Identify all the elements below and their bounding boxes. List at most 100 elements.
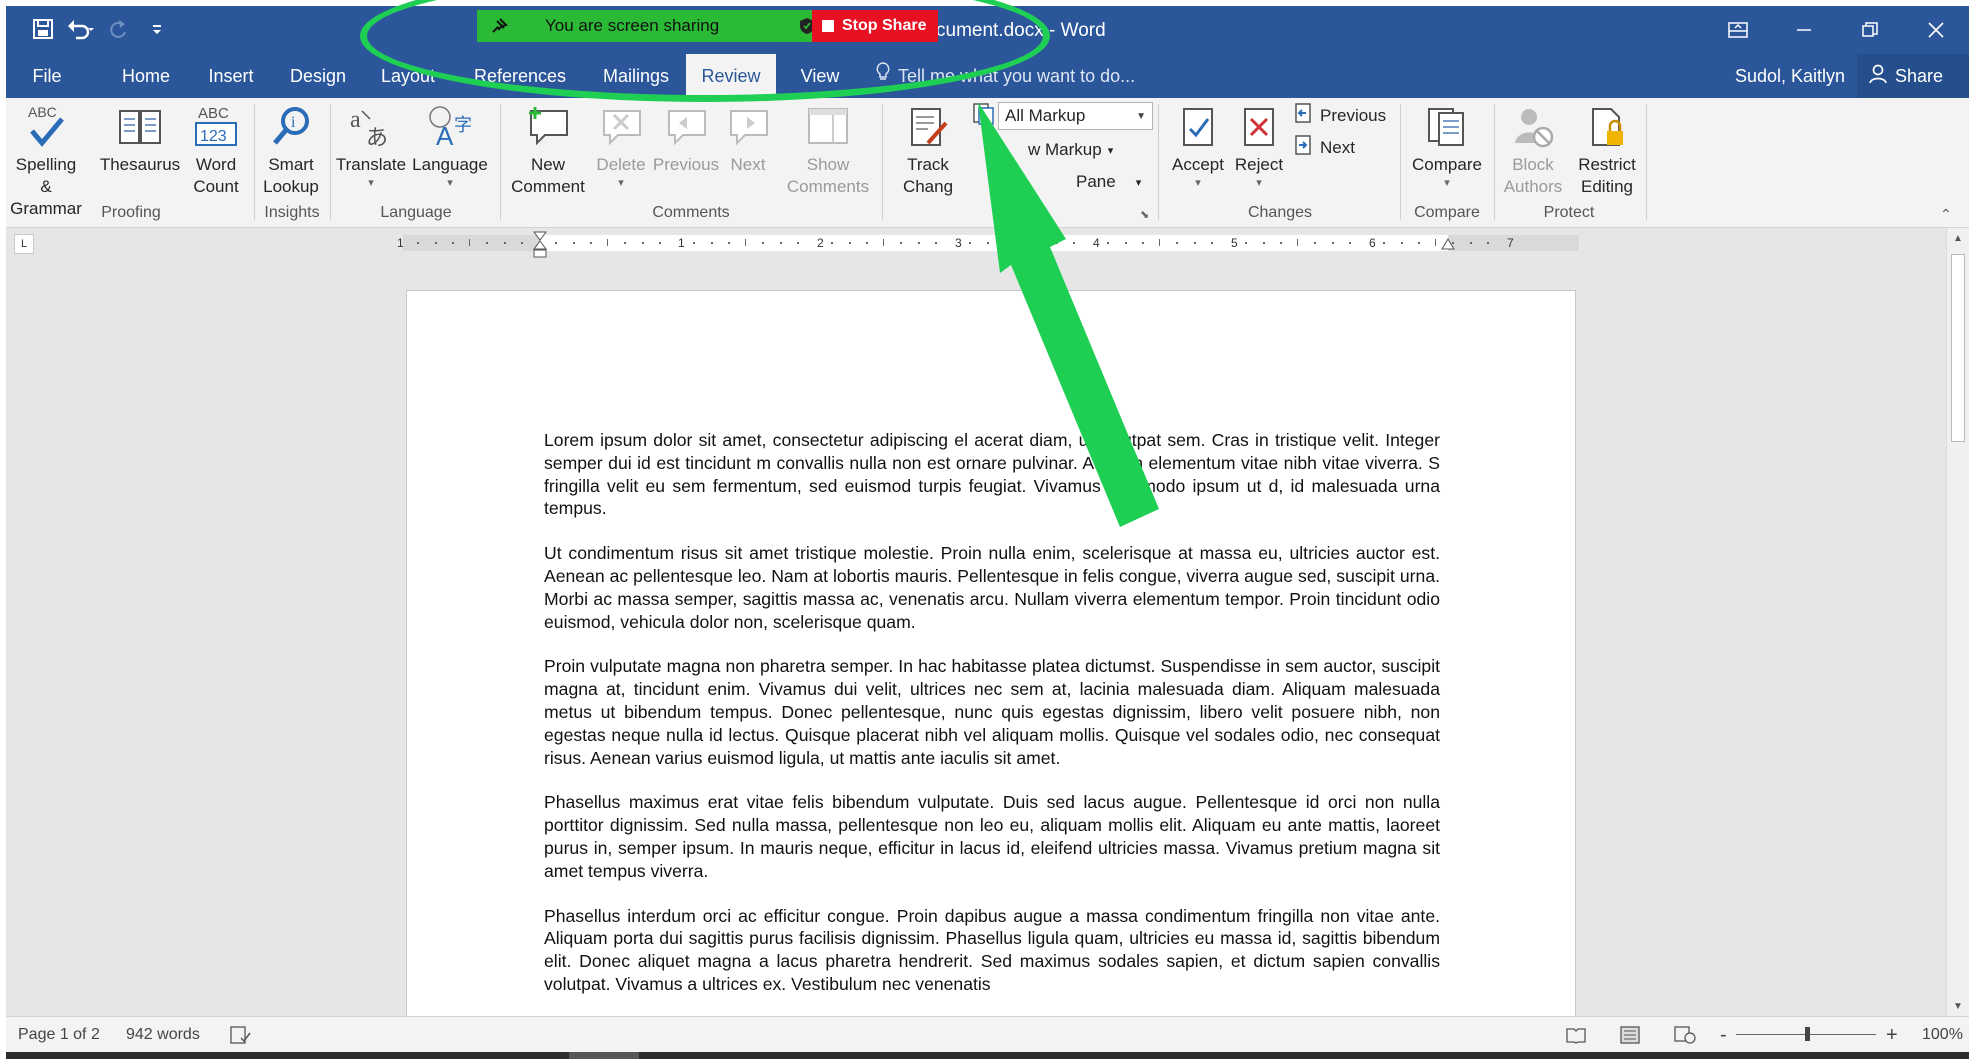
dialog-launcher-icon[interactable]: ⬊ — [1140, 208, 1149, 221]
tab-file[interactable]: File — [6, 54, 88, 98]
ruler-tick — [1038, 242, 1041, 244]
paragraph[interactable]: Phasellus interdum orci ac efficitur con… — [544, 905, 1440, 996]
block-authors-button[interactable]: Block Authors — [1496, 102, 1570, 198]
delete-comment-button[interactable]: Delete ▾ — [586, 102, 656, 190]
share-button[interactable]: Share — [1857, 54, 1969, 98]
ruler-tick — [917, 242, 920, 244]
chevron-down-icon[interactable]: ▾ — [1444, 176, 1450, 190]
next-comment-button[interactable]: Next — [718, 102, 778, 176]
person-icon — [1869, 64, 1887, 89]
ruler-tick — [641, 242, 644, 244]
tab-home[interactable]: Home — [106, 54, 186, 98]
accept-button[interactable]: Accept ▾ — [1162, 102, 1234, 190]
tab-view[interactable]: View — [782, 54, 858, 98]
reviewing-pane-button[interactable]: Pane ▾ — [1076, 172, 1141, 192]
tab-mailings[interactable]: Mailings — [588, 54, 684, 98]
restore-icon[interactable] — [1837, 6, 1903, 54]
previous-comment-icon — [661, 102, 711, 152]
taskbar-segment — [569, 1052, 639, 1059]
tab-design[interactable]: Design — [278, 54, 358, 98]
save-icon[interactable] — [28, 14, 58, 44]
stop-icon — [822, 20, 834, 32]
track-changes-icon — [903, 102, 953, 152]
left-indent-marker[interactable] — [533, 231, 547, 259]
restrict-editing-button[interactable]: Restrict Editing — [1572, 102, 1642, 198]
collapse-ribbon-icon[interactable]: ⌃ — [1940, 206, 1952, 223]
accept-label: Accept — [1172, 155, 1224, 174]
chevron-down-icon[interactable]: ▾ — [447, 176, 453, 190]
page-count[interactable]: Page 1 of 2 — [18, 1017, 100, 1053]
redo-icon[interactable] — [104, 14, 134, 44]
next-change-button[interactable]: Next — [1294, 134, 1355, 161]
document-page[interactable]: Lorem ipsum dolor sit amet, consectetur … — [406, 290, 1576, 1016]
track-changes-button[interactable]: Track Chang — [888, 102, 968, 198]
word-count[interactable]: 942 words — [126, 1017, 200, 1053]
svg-text:i: i — [291, 114, 296, 131]
read-mode-icon[interactable] — [1566, 1017, 1586, 1053]
ruler-tick — [986, 242, 989, 244]
chevron-down-icon[interactable]: ▾ — [1256, 176, 1262, 190]
thesaurus-button[interactable]: Thesaurus — [100, 102, 180, 176]
scroll-up-icon[interactable]: ▲ — [1951, 232, 1965, 246]
customize-qat-icon[interactable] — [142, 14, 172, 44]
chevron-down-icon[interactable]: ▾ — [1195, 176, 1201, 190]
tab-review[interactable]: Review — [686, 54, 776, 98]
zoom-in-button[interactable]: + — [1886, 1017, 1898, 1053]
tab-selector[interactable]: L — [14, 234, 34, 254]
minimize-icon[interactable] — [1771, 6, 1837, 54]
undo-icon[interactable] — [66, 14, 96, 44]
group-label-proofing: Proofing — [101, 204, 161, 221]
tab-insert[interactable]: Insert — [194, 54, 268, 98]
proofing-status-icon[interactable] — [230, 1017, 252, 1053]
scroll-down-icon[interactable]: ▼ — [1951, 1000, 1965, 1014]
group-label-language: Language — [380, 204, 452, 221]
horizontal-ruler[interactable]: 1 1 2 3 4 5 6 7 — [397, 231, 1579, 258]
ruler-tick — [607, 239, 608, 246]
web-layout-icon[interactable] — [1674, 1017, 1696, 1053]
paragraph[interactable]: Phasellus maximus erat vitae felis biben… — [544, 791, 1440, 882]
language-button[interactable]: A字 Language ▾ — [410, 102, 490, 190]
translate-button[interactable]: aあ Translate ▾ — [334, 102, 408, 190]
next-change-label: Next — [1320, 137, 1355, 157]
right-indent-marker[interactable] — [1441, 237, 1455, 251]
zoom-slider-thumb[interactable] — [1805, 1027, 1810, 1041]
next-comment-icon — [723, 102, 773, 152]
compare-button[interactable]: Compare ▾ — [1404, 102, 1490, 190]
document-body[interactable]: Lorem ipsum dolor sit amet, consectetur … — [544, 429, 1440, 1016]
markup-display-select[interactable]: All Markup ▼ — [998, 102, 1153, 130]
zoom-out-button[interactable]: - — [1720, 1017, 1727, 1053]
translate-label: Translate — [335, 155, 407, 174]
ribbon-display-options-icon[interactable] — [1705, 6, 1771, 54]
print-layout-icon[interactable] — [1620, 1017, 1640, 1053]
tab-layout[interactable]: Layout — [368, 54, 448, 98]
show-comments-icon — [803, 102, 853, 152]
word-count-label-2: Count — [193, 177, 239, 196]
close-icon[interactable] — [1903, 6, 1969, 54]
pin-icon[interactable] — [490, 17, 508, 40]
ruler-tick — [1159, 239, 1160, 246]
tab-references[interactable]: References — [464, 54, 576, 98]
reject-button[interactable]: Reject ▾ — [1228, 102, 1290, 190]
scroll-thumb[interactable] — [1951, 254, 1965, 442]
show-markup-button[interactable]: w Markup ▾ — [1028, 140, 1113, 160]
word-count-button[interactable]: ABC 123 Word Count — [186, 102, 246, 198]
ruler-tick — [572, 242, 575, 244]
previous-change-button[interactable]: Previous — [1294, 102, 1386, 129]
paragraph[interactable]: Proin vulputate magna non pharetra sempe… — [544, 655, 1440, 769]
smart-lookup-button[interactable]: i Smart Lookup — [258, 102, 324, 198]
paragraph[interactable]: Ut condimentum risus sit amet tristique … — [544, 542, 1440, 633]
new-comment-button[interactable]: New Comment — [504, 102, 592, 198]
zoom-level[interactable]: 100% — [1922, 1017, 1963, 1053]
spelling-grammar-button[interactable]: ABC Spelling & Grammar — [8, 102, 84, 220]
stop-share-button[interactable]: Stop Share — [812, 10, 938, 42]
chevron-down-icon[interactable]: ▾ — [368, 176, 374, 190]
previous-comment-button[interactable]: Previous — [650, 102, 722, 176]
chevron-down-icon[interactable]: ▾ — [618, 176, 624, 190]
restrict-editing-label-2: Editing — [1581, 177, 1633, 196]
user-account[interactable]: Sudol, Kaitlyn — [1735, 54, 1845, 98]
vertical-scrollbar[interactable]: ▲ ▼ — [1946, 228, 1969, 1018]
tell-me-search[interactable]: Tell me what you want to do... — [876, 54, 1135, 98]
show-comments-button[interactable]: Show Comments — [778, 102, 878, 198]
paragraph[interactable]: Lorem ipsum dolor sit amet, consectetur … — [544, 429, 1440, 520]
reject-icon — [1234, 102, 1284, 152]
